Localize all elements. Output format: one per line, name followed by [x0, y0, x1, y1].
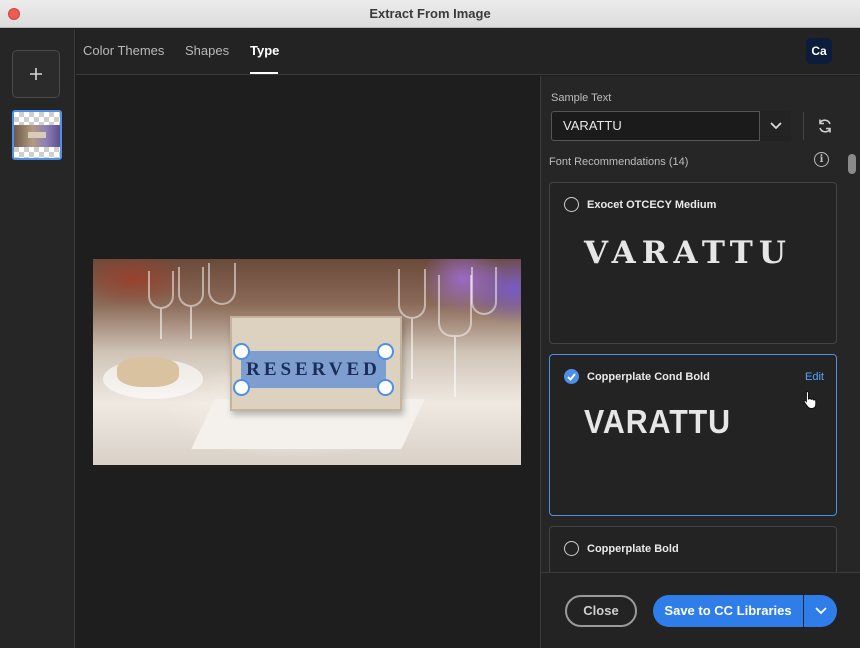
sample-text-dropdown[interactable]	[759, 111, 791, 141]
font-name: Copperplate Cond Bold	[587, 371, 710, 383]
font-radio-checked[interactable]	[564, 369, 579, 384]
glass-stem	[411, 319, 413, 379]
image-canvas: RESERVED	[76, 76, 539, 648]
close-button[interactable]: Close	[565, 595, 637, 627]
save-to-libraries-button[interactable]: Save to CC Libraries	[653, 595, 803, 627]
info-icon[interactable]: i	[814, 152, 829, 167]
wine-glass	[438, 275, 472, 337]
add-icon	[30, 68, 42, 80]
type-panel: Sample Text VARATTU Font Recommendations…	[540, 76, 860, 648]
source-photo: RESERVED	[93, 259, 521, 465]
chevron-down-icon	[769, 122, 782, 130]
thumbnail-image	[14, 125, 60, 147]
wine-glass	[178, 267, 204, 307]
tab-type[interactable]: Type	[250, 43, 279, 58]
font-card[interactable]: Copperplate Bold	[549, 526, 837, 572]
chevron-down-icon	[814, 607, 827, 615]
font-name: Exocet OTCECY Medium	[587, 199, 717, 211]
tab-shapes[interactable]: Shapes	[185, 43, 229, 58]
font-preview: VARATTU	[584, 403, 731, 440]
bread-roll	[117, 357, 179, 387]
glass-stem	[160, 309, 162, 339]
save-options-dropdown[interactable]	[804, 595, 837, 627]
font-card-selected[interactable]: Copperplate Cond Bold Edit VARATTU	[549, 354, 837, 516]
wine-glass	[398, 269, 426, 319]
wine-glass	[471, 267, 497, 315]
selection-handle-bottom-left[interactable]	[233, 379, 250, 396]
image-rail	[0, 29, 75, 648]
wine-glass	[148, 271, 174, 309]
refresh-button[interactable]	[813, 116, 837, 136]
capture-app-icon: Ca	[806, 38, 832, 64]
pointer-cursor-icon	[803, 390, 817, 409]
image-thumbnail[interactable]	[12, 110, 62, 160]
active-tab-indicator	[250, 72, 278, 74]
add-image-button[interactable]	[12, 50, 60, 98]
refresh-icon	[819, 119, 831, 133]
tab-color-themes[interactable]: Color Themes	[83, 43, 164, 58]
selection-handle-top-left[interactable]	[233, 343, 250, 360]
font-preview: VARATTU	[584, 235, 792, 271]
glass-stem	[190, 307, 192, 339]
selection-handle-bottom-right[interactable]	[377, 379, 394, 396]
window-title: Extract From Image	[369, 6, 491, 21]
check-icon	[567, 372, 576, 381]
panel-footer: Close Save to CC Libraries	[541, 572, 860, 648]
scrollbar-thumb[interactable]	[848, 154, 856, 174]
tab-bar: Color Themes Shapes Type	[76, 29, 860, 75]
font-radio[interactable]	[564, 197, 579, 212]
detected-text: RESERVED	[246, 359, 381, 380]
sample-text-label: Sample Text	[551, 92, 612, 104]
font-radio[interactable]	[564, 541, 579, 556]
font-card[interactable]: Exocet OTCECY Medium VARATTU	[549, 182, 837, 344]
font-list-scrollbar[interactable]	[848, 154, 857, 572]
selection-handle-top-right[interactable]	[377, 343, 394, 360]
edit-font-link[interactable]: Edit	[805, 371, 824, 383]
sample-text-field[interactable]: VARATTU	[551, 111, 791, 141]
font-recommendations-label: Font Recommendations (14)	[549, 156, 689, 168]
glass-stem	[454, 337, 456, 397]
divider	[803, 112, 804, 140]
wine-glass	[208, 263, 236, 305]
font-list: Exocet OTCECY Medium VARATTU Copperplate…	[541, 176, 849, 572]
font-name: Copperplate Bold	[587, 543, 679, 555]
title-bar: Extract From Image	[0, 0, 860, 28]
